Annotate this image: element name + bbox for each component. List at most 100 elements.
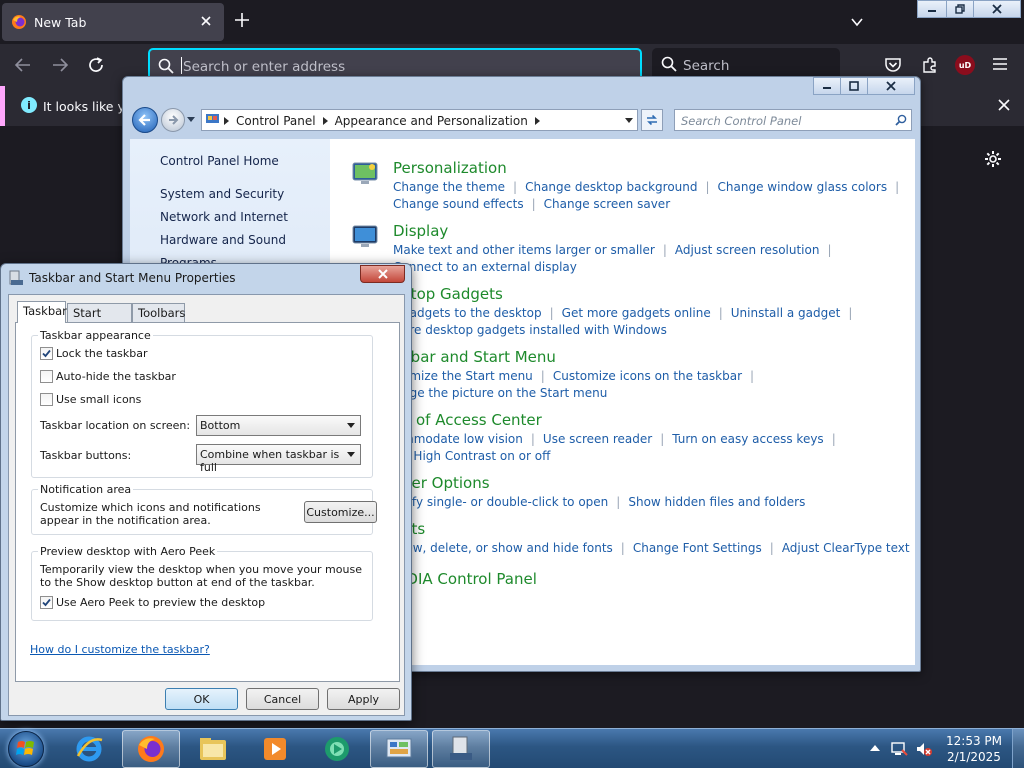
customize-button[interactable]: Customize... bbox=[304, 501, 377, 523]
link-change-font-settings[interactable]: Change Font Settings bbox=[633, 541, 762, 555]
pocket-icon[interactable] bbox=[884, 56, 902, 74]
category-links-row: Change sound effects | Change screen saver bbox=[393, 197, 671, 211]
tab-close-icon[interactable] bbox=[200, 15, 212, 27]
search-control-panel-input[interactable]: Search Control Panel bbox=[674, 109, 912, 131]
breadcrumb-control-panel[interactable]: Control Panel bbox=[236, 114, 316, 128]
refresh-icon[interactable] bbox=[641, 109, 663, 131]
category-nvidia-control-panel[interactable]: IDIA Control Panel bbox=[402, 570, 537, 588]
tab-start-menu[interactable]: Start Menu bbox=[67, 303, 132, 334]
display-icon[interactable] bbox=[350, 222, 380, 252]
search-icon[interactable] bbox=[895, 114, 907, 126]
category-display[interactable]: Display bbox=[393, 222, 448, 240]
link-make-text-larger[interactable]: Make text and other items larger or smal… bbox=[393, 243, 655, 257]
link-get-more-gadgets[interactable]: Get more gadgets online bbox=[562, 306, 711, 320]
cancel-button[interactable]: Cancel bbox=[246, 688, 319, 710]
category-desktop-gadgets[interactable]: ktop Gadgets bbox=[402, 285, 503, 303]
aero-peek-description: Temporarily view the desktop when you mo… bbox=[40, 563, 362, 589]
list-all-tabs-chevron-icon[interactable] bbox=[850, 15, 864, 29]
link-use-screen-reader[interactable]: Use screen reader bbox=[543, 432, 652, 446]
close-dialog-button[interactable] bbox=[360, 265, 405, 283]
new-tab-plus-icon[interactable] bbox=[234, 12, 250, 28]
volume-muted-icon[interactable] bbox=[915, 740, 933, 758]
close-window-button[interactable] bbox=[867, 77, 915, 95]
link-adjust-cleartype[interactable]: Adjust ClearType text bbox=[782, 541, 910, 555]
aero-peek-checkbox[interactable] bbox=[40, 596, 53, 609]
ublock-origin-icon[interactable]: uD bbox=[955, 55, 975, 75]
minimize-button[interactable] bbox=[917, 0, 947, 18]
link-high-contrast[interactable]: n High Contrast on or off bbox=[402, 449, 550, 463]
ok-button[interactable]: OK bbox=[165, 688, 238, 710]
tab-new-tab[interactable]: New Tab bbox=[2, 3, 224, 41]
sidebar-item-network[interactable]: Network and Internet bbox=[160, 210, 288, 224]
tab-taskbar[interactable]: Taskbar bbox=[17, 301, 67, 323]
link-uninstall-gadget[interactable]: Uninstall a gadget bbox=[731, 306, 841, 320]
breadcrumb[interactable]: Control Panel Appearance and Personaliza… bbox=[201, 109, 638, 131]
taskbar-properties-taskbar-icon[interactable] bbox=[432, 730, 490, 768]
link-customize-start-menu[interactable]: omize the Start menu bbox=[402, 369, 533, 383]
internet-explorer-icon[interactable] bbox=[60, 730, 118, 768]
personalization-icon[interactable] bbox=[350, 159, 380, 189]
control-panel-taskbar-icon[interactable] bbox=[370, 730, 428, 768]
notification-close-icon[interactable] bbox=[997, 98, 1011, 112]
small-icons-checkbox[interactable] bbox=[40, 393, 53, 406]
address-dropdown-icon[interactable] bbox=[625, 114, 633, 126]
system-clock[interactable]: 12:53 PM 2/1/2025 bbox=[946, 733, 1002, 765]
link-change-sound-effects[interactable]: Change sound effects bbox=[393, 197, 524, 211]
link-change-theme[interactable]: Change the theme bbox=[393, 180, 505, 194]
file-explorer-icon[interactable] bbox=[184, 730, 242, 768]
link-change-start-menu-picture[interactable]: nge the picture on the Start menu bbox=[402, 386, 607, 400]
link-add-gadgets[interactable]: gadgets to the desktop bbox=[402, 306, 542, 320]
minimize-button[interactable] bbox=[813, 77, 841, 95]
link-adjust-screen-resolution[interactable]: Adjust screen resolution bbox=[675, 243, 820, 257]
link-accommodate-low-vision[interactable]: mmodate low vision bbox=[402, 432, 523, 446]
back-arrow-icon[interactable] bbox=[132, 107, 158, 133]
category-taskbar-start-menu[interactable]: kbar and Start Menu bbox=[402, 348, 556, 366]
link-show-hidden-files[interactable]: Show hidden files and folders bbox=[628, 495, 805, 509]
category-personalization[interactable]: Personalization bbox=[393, 159, 507, 177]
back-arrow-icon[interactable] bbox=[14, 56, 32, 74]
location-select[interactable]: Bottom bbox=[196, 415, 361, 436]
help-link[interactable]: How do I customize the taskbar? bbox=[30, 643, 210, 656]
recent-pages-chevron-icon[interactable] bbox=[187, 117, 195, 123]
restore-button[interactable] bbox=[946, 0, 974, 18]
sidebar-item-system-security[interactable]: System and Security bbox=[160, 187, 284, 201]
link-customize-taskbar-icons[interactable]: Customize icons on the taskbar bbox=[553, 369, 742, 383]
firefox-taskbar-icon[interactable] bbox=[122, 730, 180, 768]
breadcrumb-appearance[interactable]: Appearance and Personalization bbox=[335, 114, 528, 128]
buttons-select[interactable]: Combine when taskbar is full bbox=[196, 444, 361, 474]
media-player-icon[interactable] bbox=[246, 730, 304, 768]
lock-taskbar-checkbox[interactable] bbox=[40, 347, 53, 360]
windows-media-center-icon[interactable] bbox=[308, 730, 366, 768]
forward-arrow-icon[interactable] bbox=[161, 108, 185, 132]
link-single-double-click[interactable]: cify single- or double-click to open bbox=[402, 495, 608, 509]
address-placeholder: Search or enter address bbox=[183, 59, 346, 75]
apply-button[interactable]: Apply bbox=[327, 688, 400, 710]
link-change-window-glass-colors[interactable]: Change window glass colors bbox=[718, 180, 888, 194]
link-easy-access-keys[interactable]: Turn on easy access keys bbox=[672, 432, 823, 446]
breadcrumb-separator-icon[interactable] bbox=[534, 117, 540, 125]
settings-gear-icon[interactable] bbox=[984, 150, 1002, 168]
category-ease-of-access[interactable]: e of Access Center bbox=[402, 411, 542, 429]
forward-arrow-icon[interactable] bbox=[51, 56, 69, 74]
reload-icon[interactable] bbox=[87, 56, 105, 74]
breadcrumb-separator-icon[interactable] bbox=[322, 117, 328, 125]
network-icon[interactable] bbox=[890, 740, 908, 758]
link-restore-gadgets[interactable]: ore desktop gadgets installed with Windo… bbox=[402, 323, 667, 337]
link-connect-external-display[interactable]: Connect to an external display bbox=[393, 260, 577, 274]
sidebar-item-hardware[interactable]: Hardware and Sound bbox=[160, 233, 286, 247]
category-folder-options[interactable]: der Options bbox=[402, 474, 490, 492]
auto-hide-checkbox[interactable] bbox=[40, 370, 53, 383]
hamburger-menu-icon[interactable] bbox=[992, 57, 1008, 71]
link-change-desktop-background[interactable]: Change desktop background bbox=[525, 180, 697, 194]
extensions-puzzle-icon[interactable] bbox=[921, 56, 939, 74]
show-desktop-button[interactable] bbox=[1012, 729, 1024, 768]
show-hidden-icons-arrow-icon[interactable] bbox=[870, 744, 880, 752]
start-button[interactable] bbox=[8, 731, 44, 767]
link-change-screen-saver[interactable]: Change screen saver bbox=[544, 197, 671, 211]
tab-toolbars[interactable]: Toolbars bbox=[132, 303, 185, 322]
close-window-button[interactable] bbox=[973, 0, 1021, 18]
breadcrumb-separator-icon[interactable] bbox=[224, 117, 229, 125]
link-preview-delete-fonts[interactable]: iew, delete, or show and hide fonts bbox=[402, 541, 613, 555]
sidebar-item-home[interactable]: Control Panel Home bbox=[160, 154, 279, 168]
maximize-button[interactable] bbox=[840, 77, 868, 95]
